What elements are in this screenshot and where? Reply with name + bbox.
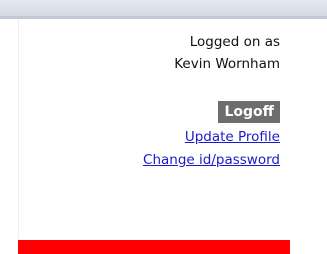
account-panel: Logged on as Kevin Wornham Logoff Update…: [18, 19, 290, 239]
logoff-button[interactable]: Logoff: [218, 101, 280, 123]
change-id-password-link[interactable]: Change id/password: [143, 152, 280, 168]
top-header-bar: [0, 0, 327, 16]
red-bottom-bar: [18, 240, 290, 254]
logged-on-label: Logged on as: [189, 34, 280, 50]
user-name: Kevin Wornham: [174, 56, 280, 72]
update-profile-link[interactable]: Update Profile: [185, 129, 280, 145]
